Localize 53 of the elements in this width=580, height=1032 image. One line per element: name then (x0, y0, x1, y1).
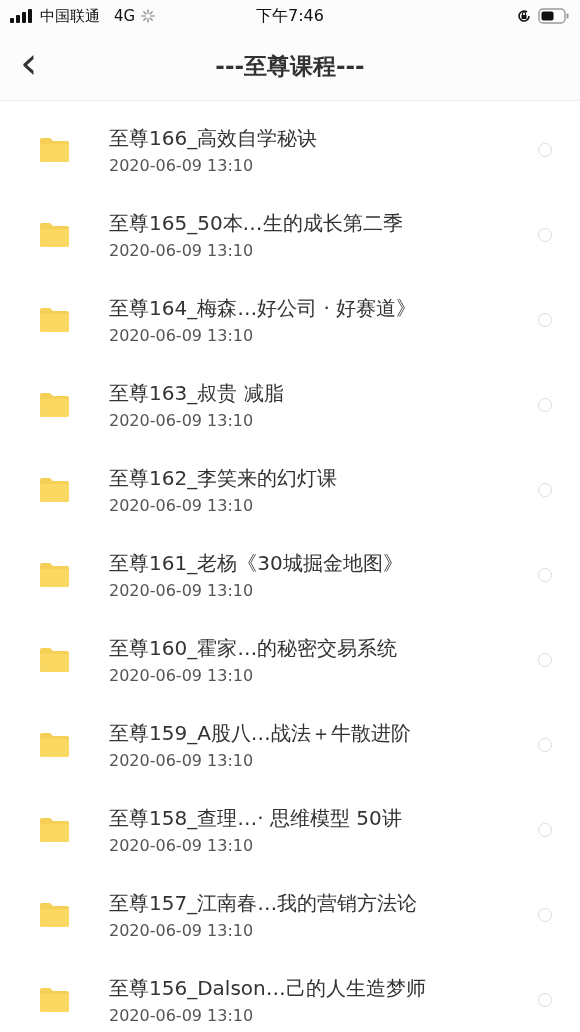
file-row[interactable]: 至尊159_A股八…战法＋牛散进阶 2020-06-09 13:10 (0, 702, 580, 787)
file-name: 至尊164_梅森…好公司 · 好赛道》 (109, 294, 418, 322)
file-row[interactable]: 至尊166_高效自学秘诀 2020-06-09 13:10 (0, 107, 580, 192)
file-date: 2020-06-09 13:10 (109, 580, 255, 600)
file-date: 2020-06-09 13:10 (109, 495, 255, 515)
folder-icon (40, 987, 69, 1012)
clock-time: 下午7:46 (256, 5, 324, 27)
folder-icon (40, 477, 69, 502)
file-date: 2020-06-09 13:10 (109, 325, 255, 345)
file-date: 2020-06-09 13:10 (109, 750, 255, 770)
folder-icon (40, 817, 69, 842)
folder-icon (40, 902, 69, 927)
file-name: 至尊163_叔贵 减脂 (109, 379, 285, 407)
file-name: 至尊156_Dalson…己的人生造梦师 (109, 974, 427, 1002)
file-row[interactable]: 至尊162_李笑来的幻灯课 2020-06-09 13:10 (0, 447, 580, 532)
file-date: 2020-06-09 13:10 (109, 920, 255, 940)
file-date: 2020-06-09 13:10 (109, 410, 255, 430)
folder-icon (40, 732, 69, 757)
file-name: 至尊165_50本…生的成长第二季 (109, 209, 404, 237)
file-name: 至尊159_A股八…战法＋牛散进阶 (109, 719, 412, 747)
file-name: 至尊157_江南春…我的营销方法论 (109, 889, 419, 917)
folder-icon (40, 647, 69, 672)
file-name: 至尊161_老杨《30城掘金地图》 (109, 549, 404, 577)
carrier-name: 中国联通 (40, 6, 100, 26)
file-name: 至尊160_霍家…的秘密交易系统 (109, 634, 399, 662)
file-date: 2020-06-09 13:10 (109, 155, 255, 175)
file-date: 2020-06-09 13:10 (109, 665, 255, 685)
file-row[interactable]: 至尊158_查理…· 思维模型 50讲 2020-06-09 13:10 (0, 787, 580, 872)
file-date: 2020-06-09 13:10 (109, 835, 255, 855)
file-row[interactable]: 至尊160_霍家…的秘密交易系统 2020-06-09 13:10 (0, 617, 580, 702)
folder-icon (40, 222, 69, 247)
signal-icon (10, 9, 34, 23)
file-row[interactable]: 至尊156_Dalson…己的人生造梦师 2020-06-09 13:10 (0, 957, 580, 1032)
file-name: 至尊162_李笑来的幻灯课 (109, 464, 339, 492)
network-type: 4G (114, 7, 136, 25)
rotation-lock-icon (516, 8, 532, 24)
file-name: 至尊166_高效自学秘诀 (109, 124, 319, 152)
file-row[interactable]: 至尊165_50本…生的成长第二季 2020-06-09 13:10 (0, 192, 580, 277)
loading-icon (141, 9, 156, 23)
file-row[interactable]: 至尊163_叔贵 减脂 2020-06-09 13:10 (0, 362, 580, 447)
folder-icon (40, 562, 69, 587)
folder-icon (40, 307, 69, 332)
file-name: 至尊158_查理…· 思维模型 50讲 (109, 804, 403, 832)
file-date: 2020-06-09 13:10 (109, 240, 255, 260)
battery-icon (538, 8, 570, 24)
file-date: 2020-06-09 13:10 (109, 1005, 255, 1025)
file-row[interactable]: 至尊157_江南春…我的营销方法论 2020-06-09 13:10 (0, 872, 580, 957)
file-row[interactable]: 至尊161_老杨《30城掘金地图》 2020-06-09 13:10 (0, 532, 580, 617)
page-title: ---至尊课程--- (215, 51, 365, 81)
folder-icon (40, 137, 69, 162)
file-row[interactable]: 至尊164_梅森…好公司 · 好赛道》 2020-06-09 13:10 (0, 277, 580, 362)
back-button[interactable]: ‹ (0, 41, 38, 91)
folder-icon (40, 392, 69, 417)
